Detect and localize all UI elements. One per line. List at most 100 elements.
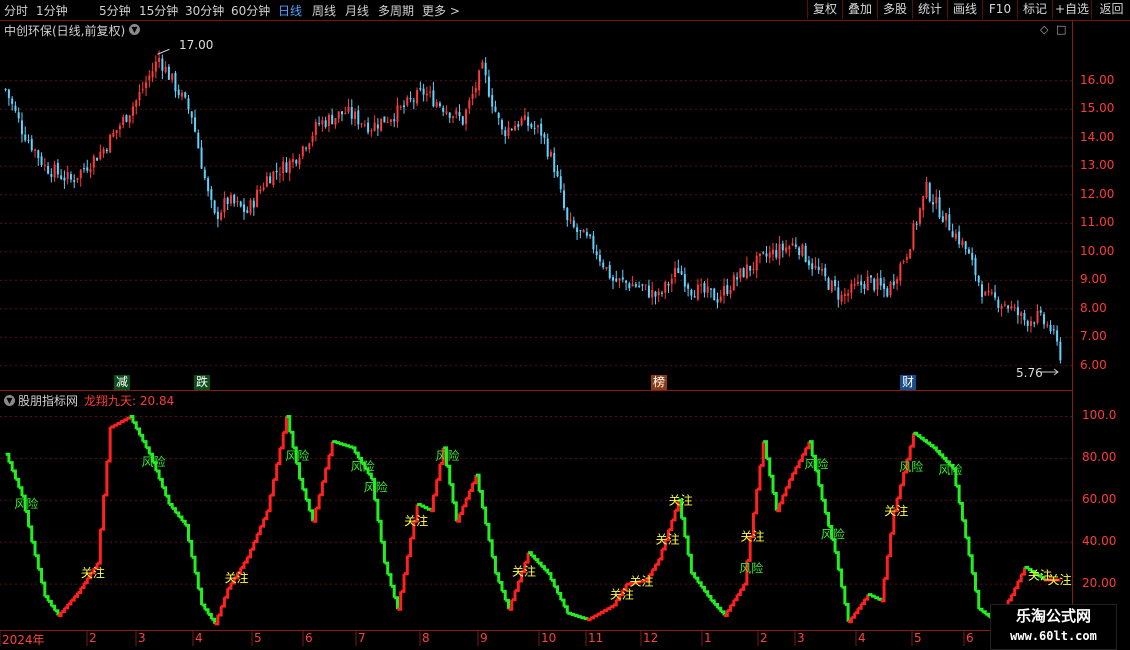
down-candle bbox=[964, 241, 967, 250]
up-candle bbox=[298, 158, 301, 165]
event-tag-reduce[interactable]: 减 bbox=[114, 375, 131, 390]
up-candle bbox=[1029, 320, 1032, 326]
watch-label: 关注 bbox=[656, 531, 680, 546]
up-candle bbox=[922, 196, 925, 211]
up-candle bbox=[889, 281, 892, 296]
up-candle bbox=[912, 223, 915, 249]
indicator-falling-segment bbox=[936, 449, 942, 455]
indicator-falling-segment bbox=[485, 522, 491, 541]
indicator-source: 股朋指标网 bbox=[18, 394, 79, 408]
down-candle bbox=[967, 249, 970, 254]
risk-label: 风险 bbox=[899, 459, 923, 474]
down-candle bbox=[383, 116, 386, 123]
down-candle bbox=[324, 120, 327, 127]
indicator-rising-segment bbox=[260, 518, 266, 528]
indicator-rising-segment bbox=[273, 463, 279, 481]
down-candle bbox=[210, 189, 213, 201]
down-candle bbox=[432, 90, 435, 107]
indicator-rising-segment bbox=[217, 606, 223, 617]
indicator-falling-segment bbox=[975, 589, 981, 610]
up-candle bbox=[582, 230, 585, 233]
down-candle bbox=[246, 210, 249, 213]
risk-label: 风险 bbox=[351, 458, 375, 473]
down-candle bbox=[63, 177, 66, 181]
indicator-rising-segment bbox=[857, 603, 863, 610]
risk-label: 风险 bbox=[436, 448, 460, 463]
indicator-rising-segment bbox=[247, 549, 253, 559]
up-candle bbox=[389, 119, 392, 122]
low-price-label: 5.76 bbox=[1016, 366, 1043, 380]
indicator-rising-segment bbox=[462, 498, 468, 508]
price-tick-label: 9.00 bbox=[1080, 272, 1107, 287]
indicator-rising-segment bbox=[590, 616, 595, 620]
indicator-falling-segment bbox=[684, 535, 690, 556]
indicator-falling-segment bbox=[697, 581, 703, 588]
indicator-falling-segment bbox=[838, 568, 844, 588]
down-candle bbox=[634, 284, 637, 287]
watch-label: 关注 bbox=[1047, 572, 1071, 587]
up-candle bbox=[778, 243, 781, 259]
indicator-falling-segment bbox=[188, 539, 194, 558]
price-tick-label: 10.00 bbox=[1080, 243, 1115, 258]
up-candle bbox=[700, 284, 703, 286]
indicator-falling-segment bbox=[28, 525, 34, 543]
down-candle bbox=[765, 253, 768, 257]
down-candle bbox=[40, 156, 43, 166]
down-candle bbox=[4, 89, 7, 91]
down-candle bbox=[958, 231, 961, 245]
down-candle bbox=[683, 274, 686, 287]
indicator-rising-segment bbox=[524, 552, 530, 564]
down-candle bbox=[948, 214, 951, 231]
indicator-rising-segment bbox=[753, 489, 759, 515]
indicator-falling-segment bbox=[870, 594, 876, 598]
up-candle bbox=[840, 294, 843, 302]
indicator-rising-segment bbox=[116, 421, 122, 425]
watch-label: 关注 bbox=[884, 503, 908, 518]
down-candle bbox=[393, 119, 396, 122]
indicator-falling-segment bbox=[550, 578, 556, 587]
indicator-rising-segment bbox=[795, 460, 801, 469]
down-candle bbox=[883, 283, 886, 289]
up-candle bbox=[311, 135, 314, 143]
indicator-falling-segment bbox=[916, 434, 922, 439]
indicator-falling-segment bbox=[488, 539, 494, 558]
down-candle bbox=[863, 283, 866, 289]
down-candle bbox=[736, 277, 739, 280]
down-candle bbox=[200, 147, 203, 169]
watch-label: 关注 bbox=[512, 564, 536, 579]
down-candle bbox=[484, 62, 487, 76]
down-candle bbox=[269, 176, 272, 184]
indicator-falling-segment bbox=[564, 605, 569, 614]
indicator-falling-segment bbox=[942, 456, 948, 462]
indicator-falling-segment bbox=[211, 617, 217, 624]
indicator-falling-segment bbox=[534, 558, 540, 564]
indicator-rising-segment bbox=[733, 594, 739, 602]
indicator-falling-segment bbox=[717, 606, 723, 612]
indicator-rising-segment bbox=[469, 482, 475, 493]
up-candle bbox=[308, 143, 311, 150]
indicator-value: 龙翔九天: 20.84 bbox=[84, 394, 175, 408]
up-candle bbox=[752, 268, 755, 270]
indicator-rising-segment bbox=[67, 600, 73, 606]
indicator-menu-icon[interactable]: ▼ bbox=[4, 395, 15, 406]
event-tag-fall[interactable]: 跌 bbox=[194, 375, 211, 390]
indicator-rising-segment bbox=[459, 505, 465, 516]
indicator-falling-segment bbox=[381, 540, 386, 564]
indicator-falling-segment bbox=[815, 469, 821, 486]
down-candle bbox=[837, 287, 840, 300]
chart-canvas[interactable]: 风险风险 风险风险风险风险风险风险风险风险 风险关注 关注关注关注关注关注关注关注关注… bbox=[0, 0, 1130, 650]
up-candle bbox=[89, 169, 92, 173]
down-candle bbox=[37, 150, 40, 158]
up-candle bbox=[220, 212, 223, 220]
down-candle bbox=[977, 275, 980, 283]
down-candle bbox=[243, 204, 246, 212]
down-candle bbox=[543, 133, 546, 138]
down-candle bbox=[807, 260, 810, 266]
up-candle bbox=[984, 291, 987, 296]
down-candle bbox=[1052, 329, 1055, 331]
up-candle bbox=[399, 106, 402, 108]
event-tag-finance[interactable]: 财 bbox=[900, 375, 917, 390]
event-tag-rank[interactable]: 榜 bbox=[651, 375, 668, 390]
indicator-falling-segment bbox=[198, 587, 204, 606]
down-candle bbox=[367, 122, 370, 133]
